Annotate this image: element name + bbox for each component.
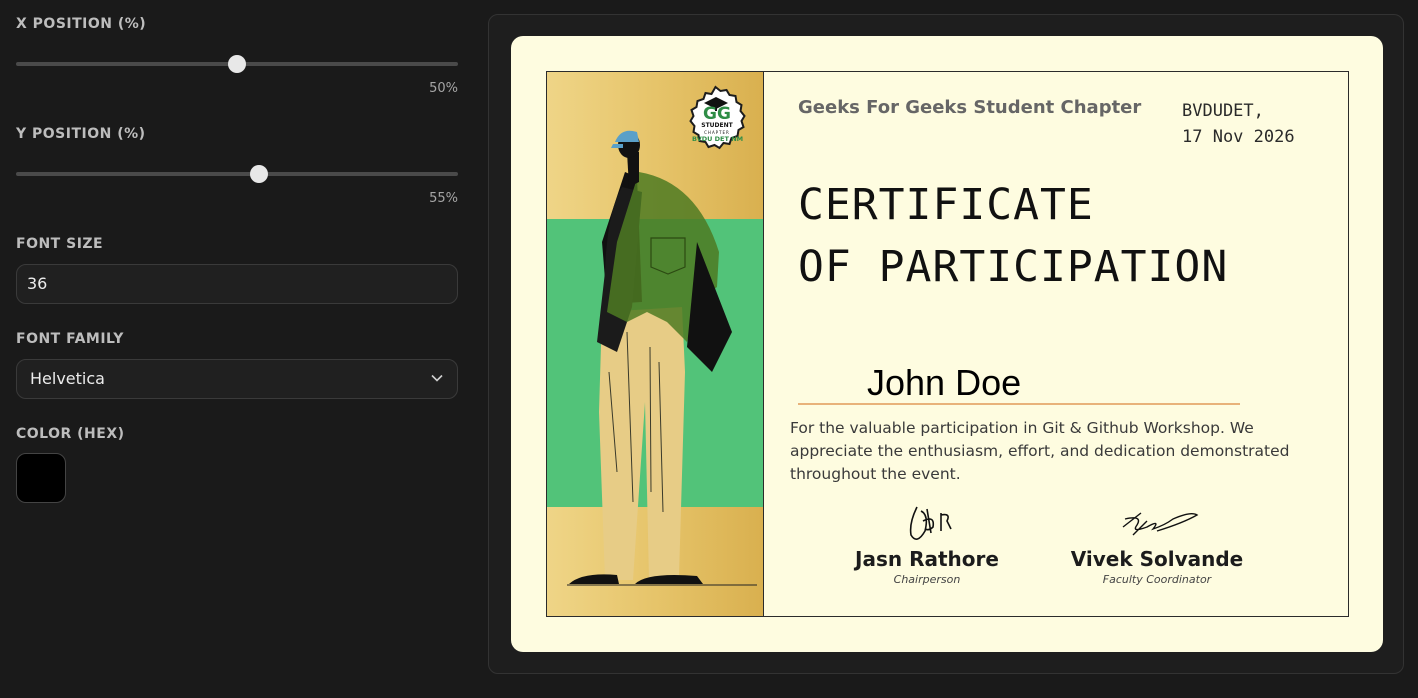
- y-position-label: Y POSITION (%): [16, 126, 146, 142]
- x-position-label: X POSITION (%): [16, 16, 147, 32]
- control-panel: X POSITION (%) 50% Y POSITION (%) 55% FO…: [0, 0, 475, 698]
- certificate-preview: GG STUDENT CHAPTER BVDU DET NM Geeks For…: [488, 14, 1404, 674]
- signatory-2-role: Faculty Coordinator: [1102, 573, 1212, 586]
- certificate-illustration: GG STUDENT CHAPTER BVDU DET NM: [547, 72, 764, 616]
- font-family-select[interactable]: Helvetica: [16, 359, 458, 399]
- certificate-card: GG STUDENT CHAPTER BVDU DET NM Geeks For…: [511, 36, 1383, 652]
- recipient-underline: [798, 403, 1240, 405]
- recipient-name[interactable]: John Doe: [867, 362, 1021, 404]
- y-position-slider-thumb[interactable]: [250, 165, 269, 183]
- logo-line1: STUDENT: [701, 122, 733, 129]
- signature-2-image: [1122, 512, 1199, 536]
- x-position-slider-thumb[interactable]: [228, 55, 246, 73]
- certificate-title-line2: OF PARTICIPATION: [798, 242, 1229, 292]
- certificate-place: BVDUDET,: [1182, 101, 1264, 121]
- signatory-1-role: Chairperson: [893, 573, 961, 586]
- chapter-logo-text: GG STUDENT CHAPTER BVDU DET NM: [692, 104, 744, 144]
- chevron-down-icon: [431, 374, 443, 382]
- logo-line3: BVDU DET NM: [692, 135, 744, 143]
- x-position-slider[interactable]: [16, 55, 458, 73]
- font-family-label: FONT FAMILY: [16, 331, 124, 347]
- signatory-1: Jasn Rathore Chairperson: [817, 501, 1037, 586]
- signature-1-image: [909, 506, 952, 540]
- font-size-label: FONT SIZE: [16, 236, 104, 252]
- font-family-selected-value: Helvetica: [30, 369, 105, 388]
- certificate-description: For the valuable participation in Git & …: [790, 419, 1290, 483]
- place-date: BVDUDET, 17 Nov 2026: [1182, 98, 1295, 150]
- font-size-input[interactable]: 36: [16, 264, 458, 304]
- x-position-value: 50%: [429, 81, 458, 96]
- signatory-2: Vivek Solvande Faculty Coordinator: [1047, 501, 1267, 586]
- color-swatch[interactable]: [16, 453, 66, 503]
- certificate-date: 17 Nov 2026: [1182, 127, 1295, 147]
- organization-name: Geeks For Geeks Student Chapter: [798, 97, 1142, 118]
- y-position-value: 55%: [429, 191, 458, 206]
- logo-brand: GG: [703, 104, 731, 124]
- y-position-slider[interactable]: [16, 165, 458, 183]
- color-label: COLOR (HEX): [16, 426, 125, 442]
- certificate-title: CERTIFICATE OF PARTICIPATION: [798, 174, 1228, 298]
- certificate-title-line1: CERTIFICATE: [798, 180, 1094, 230]
